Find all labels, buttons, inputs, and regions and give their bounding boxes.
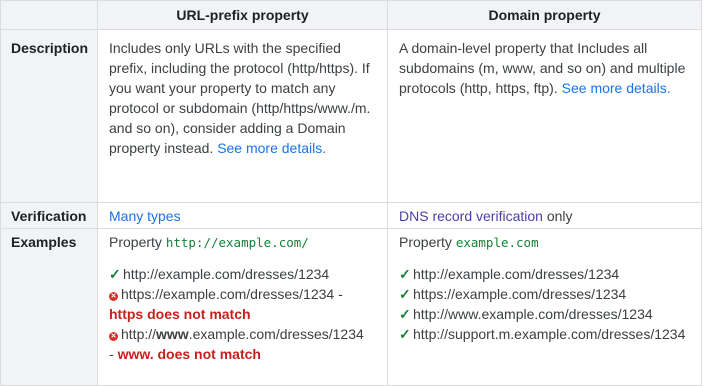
list-item-reason: - www. does not match bbox=[109, 344, 379, 364]
domain-description-cell: A domain-level property that Includes al… bbox=[387, 29, 702, 203]
list-item-reason: https does not match bbox=[109, 304, 379, 324]
check-icon: ✓ bbox=[109, 266, 121, 282]
url-prefix-verification-cell: Many types bbox=[97, 202, 388, 229]
row-label-verification: Verification bbox=[0, 202, 98, 229]
header-empty-cell bbox=[0, 0, 98, 30]
example-url-prefix: http:// bbox=[121, 326, 157, 342]
domain-see-more-link[interactable]: See more details. bbox=[562, 80, 671, 96]
mismatch-reason: www. does not match bbox=[117, 346, 261, 362]
many-types-link[interactable]: Many types bbox=[109, 208, 181, 224]
domain-verification-cell: DNS record verification only bbox=[387, 202, 702, 229]
check-icon: ✓ bbox=[399, 306, 411, 322]
list-item: ✕ https://example.com/dresses/1234 - bbox=[109, 284, 379, 304]
url-prefix-description-cell: Includes only URLs with the specified pr… bbox=[97, 29, 388, 203]
url-prefix-examples-cell: Property http://example.com/ ✓ http://exa… bbox=[97, 228, 388, 386]
property-label: Property bbox=[399, 234, 452, 250]
header-url-prefix-property: URL-prefix property bbox=[97, 0, 388, 30]
example-url: http://support.m.example.com/dresses/123… bbox=[413, 326, 686, 342]
mismatch-reason: https does not match bbox=[109, 306, 251, 322]
cross-icon: ✕ bbox=[109, 292, 118, 301]
check-icon: ✓ bbox=[399, 326, 411, 342]
list-item: ✓ http://example.com/dresses/1234 bbox=[109, 264, 379, 284]
example-url: http://example.com/dresses/1234 bbox=[123, 266, 330, 282]
url-prefix-see-more-link[interactable]: See more details. bbox=[217, 140, 326, 156]
list-item: ✓ http://example.com/dresses/1234 bbox=[399, 264, 693, 284]
example-url-suffix: .example.com/dresses/1234 bbox=[188, 326, 364, 342]
cross-icon: ✕ bbox=[109, 332, 118, 341]
example-url: http://www.example.com/dresses/1234 bbox=[413, 306, 653, 322]
verification-suffix: only bbox=[546, 208, 573, 224]
url-prefix-description-text: Includes only URLs with the specified pr… bbox=[109, 40, 371, 156]
separator-dash: - bbox=[334, 286, 343, 302]
example-url: https://example.com/dresses/1234 bbox=[121, 286, 335, 302]
property-comparison-table: URL-prefix property Domain property Desc… bbox=[0, 0, 702, 386]
list-item: ✓ https://example.com/dresses/1234 bbox=[399, 284, 693, 304]
table-row-examples: Examples Property http://example.com/ ✓ h… bbox=[0, 228, 702, 386]
table-row-verification: Verification Many types DNS record verif… bbox=[0, 202, 702, 229]
list-item: ✓ http://support.m.example.com/dresses/12… bbox=[399, 324, 693, 344]
row-label-description: Description bbox=[0, 29, 98, 203]
domain-property-line: Property example.com bbox=[399, 232, 693, 253]
check-icon: ✓ bbox=[399, 266, 411, 282]
header-domain-property: Domain property bbox=[387, 0, 702, 30]
table-row-description: Description Includes only URLs with the … bbox=[0, 29, 702, 203]
example-url-highlight: www bbox=[156, 326, 189, 342]
domain-examples-cell: Property example.com ✓ http://example.com… bbox=[387, 228, 702, 386]
list-item: ✓ http://www.example.com/dresses/1234 bbox=[399, 304, 693, 324]
separator-dash: - bbox=[109, 346, 114, 362]
table-header-row: URL-prefix property Domain property bbox=[0, 0, 702, 30]
url-prefix-property-line: Property http://example.com/ bbox=[109, 232, 379, 253]
property-value-code: example.com bbox=[455, 235, 539, 250]
example-url: https://example.com/dresses/1234 bbox=[413, 286, 627, 302]
list-item: ✕ http://www.example.com/dresses/1234 bbox=[109, 324, 379, 344]
property-label: Property bbox=[109, 234, 162, 250]
example-url: http://example.com/dresses/1234 bbox=[413, 266, 620, 282]
property-value-code: http://example.com/ bbox=[165, 235, 309, 250]
dns-record-verification-link[interactable]: DNS record verification bbox=[399, 208, 543, 224]
check-icon: ✓ bbox=[399, 286, 411, 302]
row-label-examples: Examples bbox=[0, 228, 98, 386]
